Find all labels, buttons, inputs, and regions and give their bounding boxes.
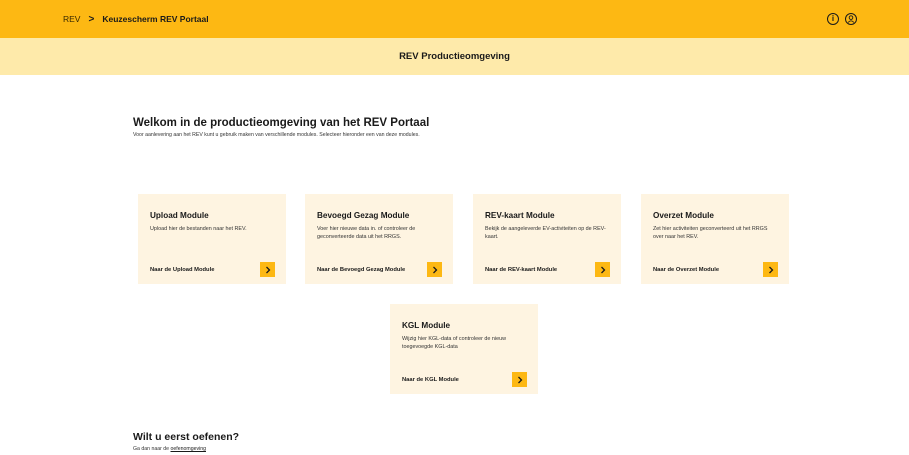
card-title: KGL Module: [402, 321, 451, 330]
chevron-right-icon[interactable]: [427, 262, 442, 277]
practice-section: Wilt u eerst oefenen? Ga dan naar de oef…: [133, 431, 239, 452]
environment-title: REV Productieomgeving: [399, 51, 510, 62]
top-bar: REV > Keuzescherm REV Portaal i: [0, 0, 909, 38]
practice-link[interactable]: oefenomgeving: [171, 446, 206, 452]
chevron-right-icon[interactable]: [512, 372, 527, 387]
card-description: Upload hier de bestanden naar het REV.: [150, 226, 247, 232]
header-icons: i: [827, 13, 857, 25]
breadcrumb-home[interactable]: REV: [63, 14, 80, 24]
card-description: Zet hier activiteiten geconverteerd uit …: [653, 226, 768, 240]
card-title: Overzet Module: [653, 211, 714, 220]
welcome-section: Welkom in de productieomgeving van het R…: [133, 117, 429, 138]
breadcrumb-separator: >: [88, 13, 95, 25]
page-title: Welkom in de productieomgeving van het R…: [133, 117, 430, 129]
environment-bar: REV Productieomgeving: [0, 38, 909, 75]
card-title: Upload Module: [150, 211, 209, 220]
practice-text: Ga dan naar de oefenomgeving: [133, 446, 239, 452]
breadcrumb-current: Keuzescherm REV Portaal: [102, 14, 209, 24]
module-card-kgl[interactable]: KGL Module Wijzig hier KGL-data of contr…: [390, 304, 538, 394]
practice-title: Wilt u eerst oefenen?: [133, 431, 240, 443]
card-link[interactable]: Naar de Overzet Module: [653, 267, 719, 273]
practice-prefix: Ga dan naar de: [133, 446, 171, 452]
card-link[interactable]: Naar de Bevoegd Gezag Module: [317, 267, 405, 273]
chevron-right-icon[interactable]: [763, 262, 778, 277]
card-title: REV-kaart Module: [485, 211, 555, 220]
module-card-upload[interactable]: Upload Module Upload hier de bestanden n…: [138, 194, 286, 284]
module-card-bevoegd-gezag[interactable]: Bevoegd Gezag Module Voer hier nieuwe da…: [305, 194, 453, 284]
card-description: Wijzig hier KGL-data of controleer de ni…: [402, 336, 506, 350]
chevron-right-icon[interactable]: [260, 262, 275, 277]
user-icon[interactable]: [845, 13, 857, 25]
card-link[interactable]: Naar de REV-kaart Module: [485, 267, 557, 273]
info-icon[interactable]: i: [827, 13, 839, 25]
chevron-right-icon[interactable]: [595, 262, 610, 277]
page-description: Voor aanlevering aan het REV kunt u gebr…: [133, 132, 420, 138]
breadcrumb: REV > Keuzescherm REV Portaal: [63, 0, 209, 38]
card-description: Voer hier nieuwe data in. of controleer …: [317, 226, 416, 240]
card-description: Bekijk de aangeleverde EV-activiteiten o…: [485, 226, 606, 240]
module-card-rev-kaart[interactable]: REV-kaart Module Bekijk de aangeleverde …: [473, 194, 621, 284]
card-title: Bevoegd Gezag Module: [317, 211, 410, 220]
module-card-overzet[interactable]: Overzet Module Zet hier activiteiten gec…: [641, 194, 789, 284]
card-link[interactable]: Naar de Upload Module: [150, 267, 214, 273]
card-link[interactable]: Naar de KGL Module: [402, 377, 459, 383]
